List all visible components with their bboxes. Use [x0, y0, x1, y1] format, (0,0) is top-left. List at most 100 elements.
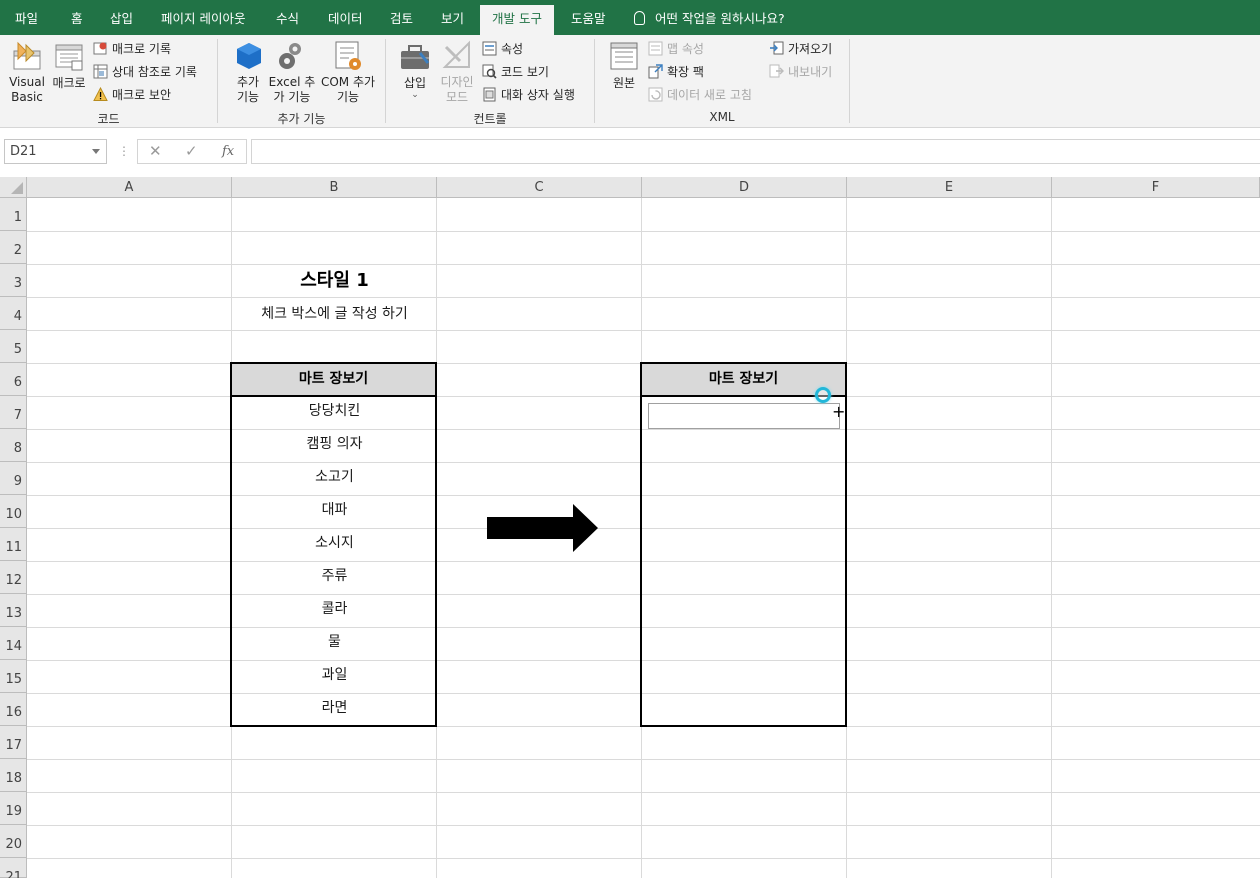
row-header[interactable]: 14: [0, 627, 27, 660]
column-header-a[interactable]: A: [27, 177, 232, 198]
toolbox-icon: [401, 45, 430, 69]
macro-button[interactable]: 매크로: [50, 39, 88, 91]
list-item[interactable]: 주류: [232, 561, 437, 591]
tab-data[interactable]: 데이터: [328, 0, 363, 35]
list-item[interactable]: 소고기: [232, 462, 437, 492]
import-button[interactable]: 가져오기: [769, 39, 832, 59]
tab-view[interactable]: 보기: [441, 0, 464, 35]
view-code-button[interactable]: 코드 보기: [482, 62, 549, 82]
list-item[interactable]: 물: [232, 627, 437, 657]
tab-file[interactable]: 파일: [15, 0, 38, 35]
excel-addins-button[interactable]: Excel 추가 기능: [268, 39, 316, 105]
lightbulb-icon: [634, 11, 645, 25]
group-label-code: 코드: [97, 112, 120, 126]
xml-source-button[interactable]: 원본: [606, 39, 642, 91]
tab-formulas[interactable]: 수식: [276, 0, 299, 35]
row-header[interactable]: 16: [0, 693, 27, 726]
select-all-button[interactable]: [0, 177, 27, 198]
map-properties-label: 맵 속성: [667, 42, 704, 56]
resize-handle[interactable]: [815, 387, 831, 403]
tab-home[interactable]: 홈: [71, 0, 83, 35]
tell-me-search[interactable]: 어떤 작업을 원하시나요?: [634, 0, 785, 35]
row-header[interactable]: 8: [0, 429, 27, 462]
insert-function-icon[interactable]: fx: [222, 144, 234, 159]
checkbox-control[interactable]: [648, 403, 840, 429]
group-label-addins: 추가 기능: [277, 112, 326, 126]
row-header[interactable]: 9: [0, 462, 27, 495]
row-header[interactable]: 20: [0, 825, 27, 858]
enter-icon[interactable]: ✓: [185, 142, 198, 160]
row-header[interactable]: 21: [0, 858, 27, 878]
formula-input[interactable]: [251, 139, 1260, 164]
column-header-b[interactable]: B: [232, 177, 437, 198]
relative-reference-button[interactable]: 상대 참조로 기록: [93, 62, 197, 82]
insert-control-button[interactable]: 삽입 ⌄: [398, 39, 432, 100]
row-header[interactable]: 11: [0, 528, 27, 561]
relative-reference-label: 상대 참조로 기록: [112, 65, 197, 79]
properties-button[interactable]: 속성: [482, 39, 523, 59]
column-header-c[interactable]: C: [437, 177, 642, 198]
tab-help[interactable]: 도움말: [571, 0, 606, 35]
row-header[interactable]: 2: [0, 231, 27, 264]
macro-security-button[interactable]: 매크로 보안: [93, 85, 171, 105]
column-header-f[interactable]: F: [1052, 177, 1260, 198]
row-header[interactable]: 5: [0, 330, 27, 363]
formula-bar-grip: ⋮: [118, 144, 130, 158]
visual-basic-button[interactable]: Visual Basic: [6, 39, 48, 105]
tab-review[interactable]: 검토: [390, 0, 413, 35]
com-addins-label: COM 추가 기능: [320, 75, 376, 104]
xml-source-icon: [610, 42, 638, 70]
row-header[interactable]: 18: [0, 759, 27, 792]
column-header-e[interactable]: E: [847, 177, 1052, 198]
design-mode-button: 디자인 모드: [438, 39, 476, 105]
list-item[interactable]: 당당치킨: [232, 396, 437, 426]
com-addins-button[interactable]: COM 추가 기능: [320, 39, 376, 105]
list-item[interactable]: 소시지: [232, 528, 437, 558]
properties-label: 속성: [501, 42, 524, 56]
grid-line: [27, 825, 1260, 826]
map-properties-icon: [648, 41, 663, 56]
tab-insert[interactable]: 삽입: [110, 0, 133, 35]
cancel-icon[interactable]: ✕: [149, 142, 162, 160]
map-properties-button: 맵 속성: [648, 39, 704, 59]
ribbon: Visual Basic 매크로 매크로 기록 상대 참조로 기록 매크로 보안…: [0, 35, 1260, 128]
row-header[interactable]: 6: [0, 363, 27, 396]
row-header[interactable]: 1: [0, 198, 27, 231]
column-header-d[interactable]: D: [642, 177, 847, 198]
record-macro-icon: [93, 42, 107, 55]
tab-page-layout[interactable]: 페이지 레이아웃: [161, 0, 245, 35]
chevron-down-icon[interactable]: [92, 149, 100, 154]
tell-me-label: 어떤 작업을 원하시나요?: [655, 11, 785, 26]
grid-line: [1051, 198, 1052, 878]
group-label-controls: 컨트롤: [473, 112, 507, 126]
row-header[interactable]: 12: [0, 561, 27, 594]
row-header[interactable]: 3: [0, 264, 27, 297]
list-item[interactable]: 과일: [232, 660, 437, 690]
row-header[interactable]: 7: [0, 396, 27, 429]
row-header[interactable]: 13: [0, 594, 27, 627]
worksheet-grid[interactable]: A B C D E F 1 2 3 4 5 6 7 8 9 10 11 12 1…: [0, 177, 1260, 878]
grid-line: [27, 759, 1260, 760]
tab-developer[interactable]: 개발 도구: [480, 5, 554, 35]
name-box[interactable]: D21: [4, 139, 107, 164]
run-dialog-button[interactable]: 대화 상자 실행: [482, 85, 575, 105]
grid-line: [27, 792, 1260, 793]
row-header[interactable]: 10: [0, 495, 27, 528]
list-item[interactable]: 캠핑 의자: [232, 429, 437, 459]
record-macro-button[interactable]: 매크로 기록: [93, 39, 171, 59]
row-header[interactable]: 19: [0, 792, 27, 825]
refresh-data-button: 데이터 새로 고침: [648, 85, 752, 105]
select-all-icon: [11, 182, 23, 194]
row-header[interactable]: 15: [0, 660, 27, 693]
list-item[interactable]: 콜라: [232, 594, 437, 624]
table-header[interactable]: 마트 장보기: [232, 364, 435, 397]
addins-button[interactable]: 추가 기능: [232, 39, 264, 105]
grid-line: [27, 330, 1260, 331]
sheet-title: 스타일 1: [300, 270, 369, 291]
expansion-packs-button[interactable]: 확장 팩: [648, 62, 704, 82]
grid-line: [27, 264, 1260, 265]
row-header[interactable]: 4: [0, 297, 27, 330]
list-item[interactable]: 대파: [232, 495, 437, 525]
row-header[interactable]: 17: [0, 726, 27, 759]
list-item[interactable]: 라면: [232, 693, 437, 723]
